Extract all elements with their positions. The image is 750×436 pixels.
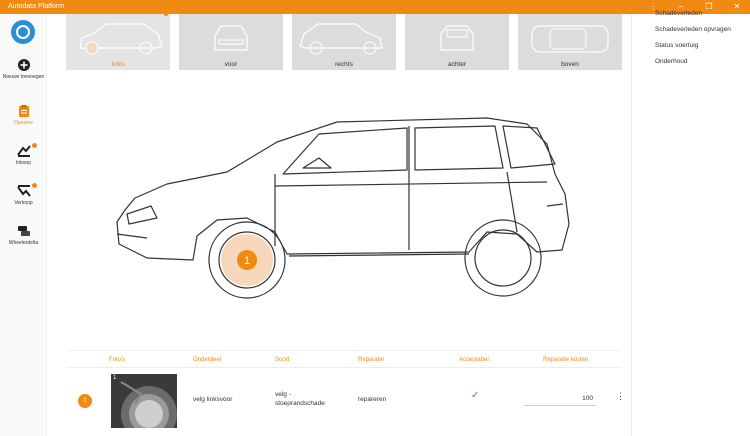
wheel-photo — [111, 374, 177, 428]
col-header-reparatie: Reparatie — [358, 357, 385, 363]
sidebar-item-verkoop[interactable]: Verkoop — [0, 183, 47, 206]
damage-photo-thumbnail[interactable]: 1 — [111, 374, 177, 428]
sidebar-item-label: Verkoop — [14, 200, 33, 206]
view-tab-achter[interactable]: achter — [405, 14, 509, 70]
app-window: Autodata Platform ⋮ – ❐ ✕ Nieuwe toevoeg… — [0, 0, 750, 436]
clipboard-icon — [17, 104, 31, 118]
view-tab-boven[interactable]: boven — [518, 14, 622, 70]
verkoop-icon — [16, 184, 31, 198]
car-top-icon — [531, 25, 609, 53]
cell-soort-line1: velg - — [275, 391, 291, 398]
view-tab-links[interactable]: links — [66, 12, 170, 70]
col-header-onderdeel: Onderdeel — [193, 357, 222, 363]
right-panel-item-schadeverleden-opvragen[interactable]: Schadeverleden opvragen — [655, 26, 731, 33]
col-header-reparatie-kosten: Reparatie kosten — [543, 357, 589, 363]
view-label: links — [111, 61, 125, 68]
sidebar-item-label: Nieuwe toevoegen — [2, 74, 45, 80]
row-menu-icon[interactable]: ⋮ — [616, 391, 625, 402]
car-side-left-icon — [79, 23, 163, 55]
cars-icon — [17, 224, 31, 238]
title-bar: Autodata Platform ⋮ – ❐ ✕ — [0, 0, 750, 14]
col-header-fotos: Foto's — [109, 357, 126, 363]
view-tab-rechts[interactable]: rechts — [292, 14, 396, 70]
close-button[interactable]: ✕ — [730, 0, 744, 14]
view-label: rechts — [335, 61, 353, 68]
notification-badge — [32, 183, 37, 188]
sidebar-item-inkoop[interactable]: Inkoop — [0, 143, 47, 166]
right-panel-item-status-voertuig[interactable]: Status voertuig — [655, 42, 698, 49]
right-panel-item-schadeverleden[interactable]: Schadeverleden — [655, 10, 702, 17]
table-row[interactable]: 1 1 velg linksvoor velg - stoeprandschad… — [67, 370, 625, 436]
view-label: achter — [447, 61, 467, 68]
car-diagram[interactable]: 1 — [107, 114, 577, 319]
sidebar: Nieuwe toevoegen Opname Inkoop Verkoop W… — [0, 14, 47, 436]
plus-circle-icon — [17, 58, 31, 72]
car-side-outline: 1 — [116, 117, 570, 299]
reparatie-kosten-input[interactable]: 100 — [524, 392, 596, 406]
car-front-icon — [214, 25, 248, 51]
app-logo[interactable] — [11, 20, 35, 44]
cell-reparatie[interactable]: repareren — [358, 396, 386, 403]
col-header-soort: Soort — [275, 357, 290, 363]
view-label: voor — [224, 61, 238, 68]
cell-onderdeel: velg linksvoor — [193, 396, 233, 403]
view-tab-voor[interactable]: voor — [179, 14, 283, 70]
window-title: Autodata Platform — [8, 3, 65, 10]
right-panel-item-onderhoud[interactable]: Onderhoud — [655, 58, 688, 65]
row-number-badge: 1 — [78, 394, 92, 408]
inkoop-icon — [16, 144, 31, 158]
main-content: links voor rechts achter boven 1 Foto's … — [47, 12, 631, 436]
sidebar-item-label: Wheelerdelta — [8, 240, 39, 246]
col-header-acceptabel: Acceptabel — [459, 357, 489, 363]
maximize-button[interactable]: ❐ — [702, 0, 716, 14]
cell-soort-line2: stoeprandschade — [275, 400, 325, 407]
view-selector: links voor rechts achter boven — [66, 12, 622, 70]
photo-count: 1 — [113, 375, 117, 381]
logo-icon — [16, 25, 30, 39]
damage-marker-number: 1 — [244, 255, 250, 267]
sidebar-item-label: Inkoop — [15, 160, 31, 166]
sidebar-item-opname[interactable]: Opname — [0, 104, 47, 126]
car-rear-icon — [440, 25, 474, 51]
notification-badge — [32, 143, 37, 148]
view-label: boven — [561, 61, 579, 68]
sidebar-item-wheelerdelta[interactable]: Wheelerdelta — [0, 224, 47, 246]
sidebar-item-nieuwe-toevoegen[interactable]: Nieuwe toevoegen — [0, 58, 47, 80]
right-panel: Schadeverleden Schadeverleden opvragen S… — [631, 10, 750, 436]
damage-table-header: Foto's Onderdeel Soort Reparatie Accepta… — [67, 350, 621, 368]
car-side-right-icon — [299, 23, 383, 55]
acceptabel-check-icon[interactable]: ✓ — [471, 390, 479, 401]
sidebar-item-label: Opname — [13, 120, 34, 126]
